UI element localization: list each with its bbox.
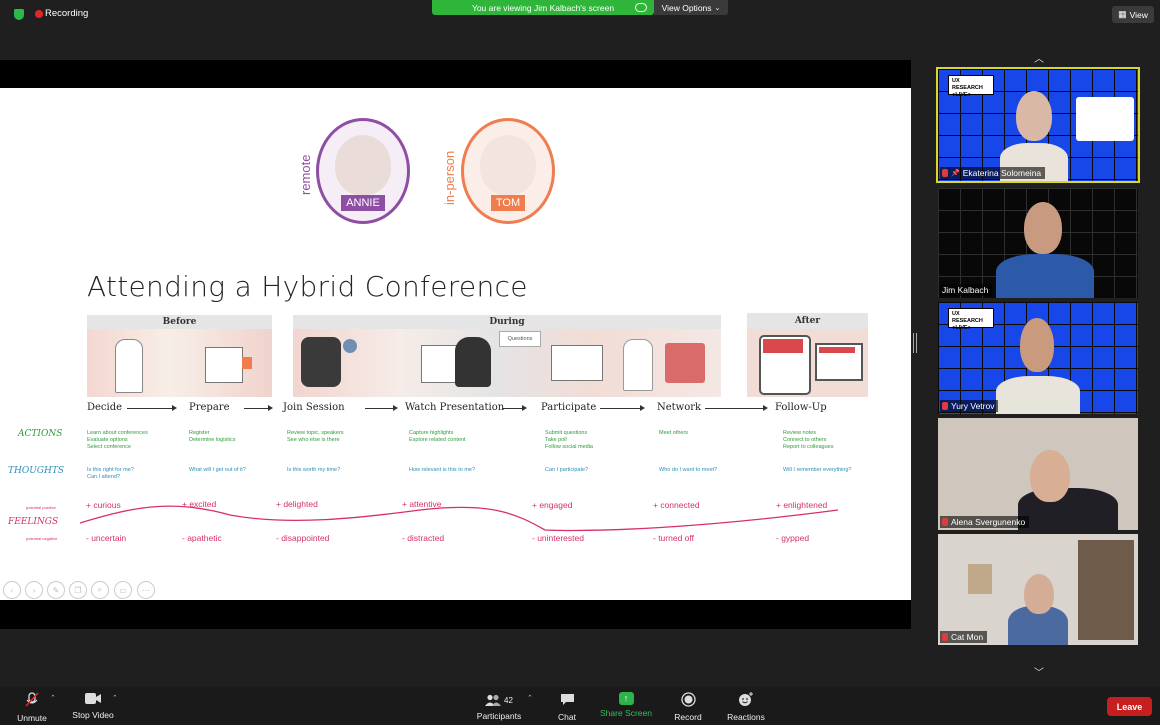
- share-letterbox-top: [0, 60, 911, 88]
- feeling-negative: - disappointed: [276, 533, 330, 543]
- stop-video-button[interactable]: Stop Video: [70, 692, 116, 720]
- participant-name: Alena Svergunenko: [951, 517, 1026, 527]
- gallery-resize-handle[interactable]: [913, 333, 917, 353]
- audio-options-chevron-icon[interactable]: ⌃: [50, 694, 56, 702]
- video-camera-icon: [85, 693, 101, 704]
- view-options-label: View Options: [661, 2, 712, 13]
- stop-video-label: Stop Video: [72, 710, 114, 720]
- recording-dot-icon: [35, 10, 43, 18]
- participants-label: Participants: [476, 711, 522, 721]
- participant-photo: [1030, 450, 1070, 502]
- gallery-scroll-up-icon[interactable]: ︿: [1028, 50, 1050, 65]
- view-label: View: [1129, 9, 1148, 20]
- video-tile-jim-kalbach[interactable]: Jim Kalbach: [938, 188, 1138, 298]
- participants-count: 42: [504, 695, 513, 705]
- video-tile-ekaterina-solomeina[interactable]: UX RESEARCH ●LIVE● 📌 Ekaterina Solomeina: [936, 67, 1140, 183]
- slide-copy-icon[interactable]: ❐: [69, 581, 87, 599]
- feeling-negative: - turned off: [653, 533, 694, 543]
- feeling-negative: - gypped: [776, 533, 810, 543]
- participant-name: Cat Mon: [951, 632, 984, 642]
- record-button[interactable]: Record: [671, 692, 705, 722]
- feeling-positive: + delighted: [276, 499, 318, 509]
- participants-button[interactable]: 42 Participants: [474, 692, 524, 721]
- agenda-card: [1076, 97, 1134, 141]
- chat-icon: [560, 694, 574, 705]
- feeling-positive: + engaged: [532, 500, 573, 510]
- feeling-negative: - uninterested: [532, 533, 584, 543]
- participant-name: Yury Vetrov: [951, 401, 995, 411]
- persona-name-annie: ANNIE: [341, 195, 385, 211]
- feeling-positive: + enlightened: [776, 500, 828, 510]
- feeling-positive: + connected: [653, 500, 700, 510]
- video-options-chevron-icon[interactable]: ⌃: [112, 694, 118, 702]
- cloud-icon: [635, 3, 647, 12]
- reactions-icon: [739, 692, 753, 706]
- muted-mic-icon: [942, 518, 948, 526]
- chat-label: Chat: [558, 712, 576, 722]
- muted-mic-icon: [942, 169, 948, 177]
- participant-name: Jim Kalbach: [942, 285, 989, 295]
- view-button[interactable]: ▦ View: [1112, 6, 1154, 23]
- participants-icon: [485, 694, 502, 706]
- reactions-label: Reactions: [727, 712, 765, 722]
- unmute-button[interactable]: Unmute: [14, 692, 50, 723]
- feeling-negative: - apathetic: [182, 533, 222, 543]
- participant-name-tag: Jim Kalbach: [940, 284, 993, 296]
- slide-prev-icon[interactable]: ‹: [3, 581, 21, 599]
- record-label: Record: [674, 712, 702, 722]
- slide-zoom-icon[interactable]: ⌕: [91, 581, 109, 599]
- share-letterbox-bottom: [0, 600, 911, 629]
- participant-photo: [1024, 574, 1054, 614]
- muted-mic-icon: [942, 633, 948, 641]
- pin-icon: 📌: [951, 170, 960, 177]
- participant-photo: [1016, 91, 1052, 141]
- ux-research-live-badge: UX RESEARCH ●LIVE●: [948, 75, 994, 98]
- feeling-positive: + excited: [182, 499, 217, 509]
- participant-photo: [1024, 202, 1062, 254]
- reactions-button[interactable]: Reactions: [724, 692, 768, 722]
- participants-options-chevron-icon[interactable]: ⌃: [527, 694, 533, 702]
- security-shield-icon[interactable]: [14, 9, 24, 20]
- participant-name: Ekaterina Solomeina: [962, 168, 1042, 178]
- view-options-button[interactable]: View Options ⌄: [654, 0, 728, 15]
- participant-name-tag: Cat Mon: [940, 631, 988, 643]
- slide-pen-icon[interactable]: ✎: [47, 581, 65, 599]
- screen-share-banner-text: You are viewing Jim Kalbach's screen: [471, 2, 615, 13]
- participant-photo: [1020, 318, 1054, 372]
- video-tile-cat-mon[interactable]: Cat Mon: [938, 534, 1138, 645]
- video-tile-alena-svergunenko[interactable]: Alena Svergunenko: [938, 418, 1138, 530]
- persona-name-tom: TOM: [490, 195, 526, 211]
- slide-more-icon[interactable]: ⋯: [137, 581, 155, 599]
- feeling-positive: + curious: [86, 500, 121, 510]
- recording-label: Recording: [45, 8, 89, 19]
- muted-microphone-icon: [25, 692, 39, 707]
- slide-grid-icon[interactable]: ▭: [114, 581, 132, 599]
- gallery-scroll-down-icon[interactable]: ﹀: [1028, 664, 1050, 679]
- share-screen-icon: ↑: [618, 692, 634, 705]
- leave-button[interactable]: Leave: [1107, 697, 1152, 716]
- chat-button[interactable]: Chat: [552, 692, 582, 722]
- muted-mic-icon: [942, 402, 948, 410]
- participant-name-tag: 📌 Ekaterina Solomeina: [940, 167, 1046, 179]
- record-icon: [680, 692, 696, 707]
- shared-slide: remote ANNIE in-person TOM Attending a H…: [0, 88, 911, 600]
- share-screen-button[interactable]: ↑ Share Screen: [598, 692, 654, 718]
- feeling-positive: + attentive: [402, 499, 442, 509]
- ux-research-live-badge: UX RESEARCH ●LIVE●: [948, 308, 994, 331]
- slide-next-icon[interactable]: ›: [25, 581, 43, 599]
- grid-view-icon: ▦: [1118, 9, 1127, 19]
- emotion-curve: [79, 505, 839, 532]
- video-tile-yury-vetrov[interactable]: UX RESEARCH ●LIVE● Yury Vetrov: [938, 302, 1138, 414]
- feeling-negative: - distracted: [402, 533, 445, 543]
- unmute-label: Unmute: [17, 713, 47, 723]
- feeling-negative: - uncertain: [86, 533, 127, 543]
- share-screen-label: Share Screen: [600, 708, 652, 718]
- participant-name-tag: Alena Svergunenko: [940, 516, 1030, 528]
- chevron-down-icon: ⌄: [714, 4, 721, 12]
- screen-share-banner: You are viewing Jim Kalbach's screen: [432, 0, 654, 15]
- participant-name-tag: Yury Vetrov: [940, 400, 999, 412]
